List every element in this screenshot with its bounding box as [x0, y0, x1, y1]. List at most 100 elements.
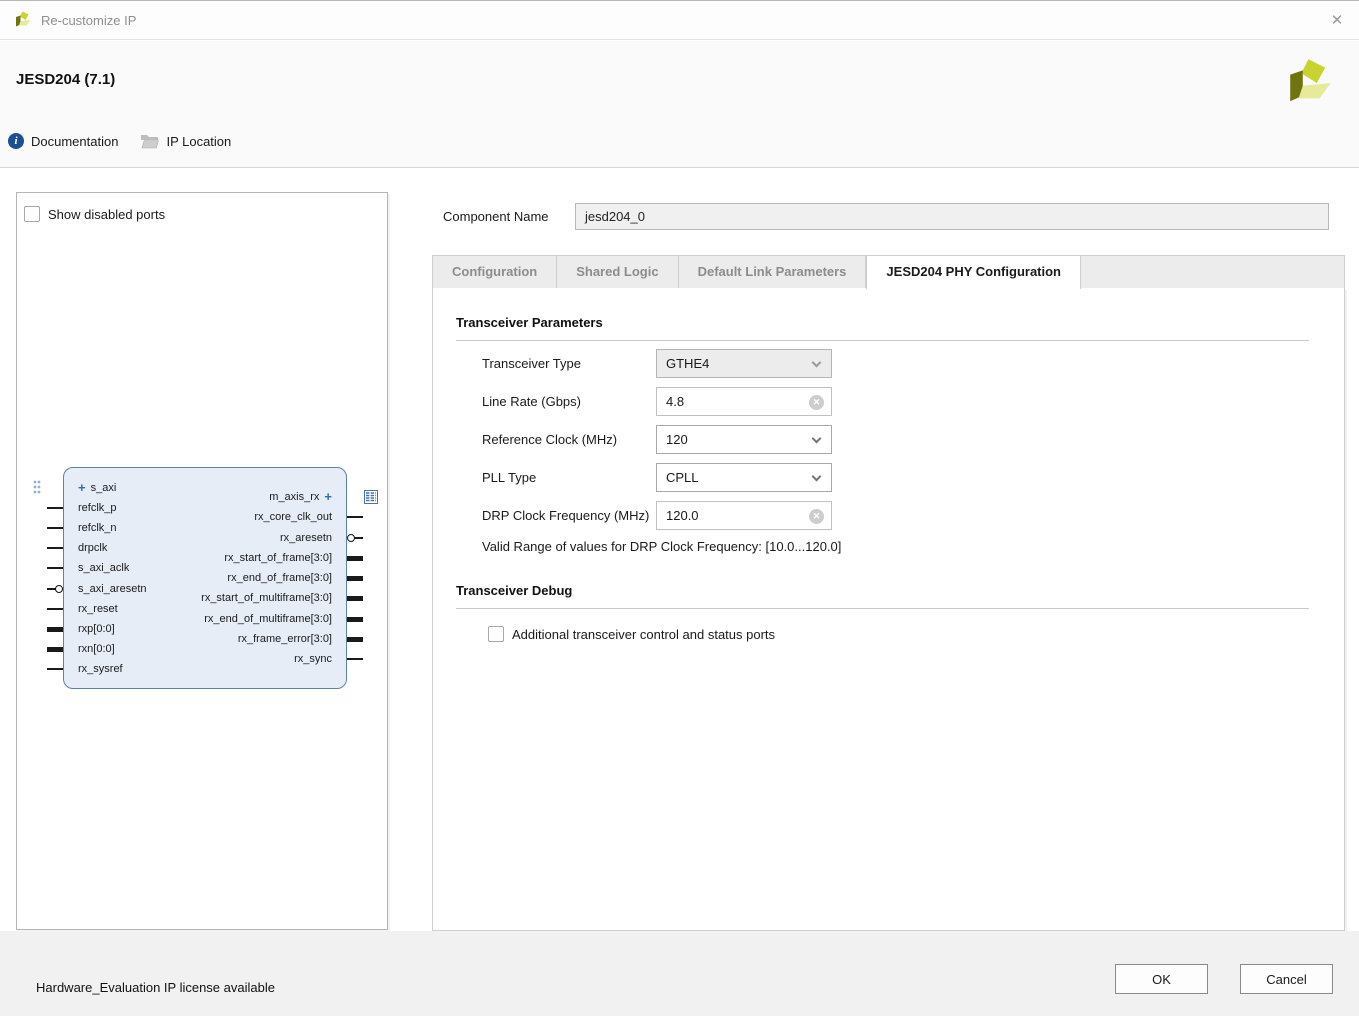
- close-icon[interactable]: ✕: [1325, 9, 1349, 33]
- additional-ports-label: Additional transceiver control and statu…: [512, 626, 776, 642]
- bus-pin-stub: [347, 636, 363, 642]
- form-row-pll-type: PLL Type CPLL: [456, 463, 1309, 492]
- wire-pin-stub: [47, 667, 63, 670]
- license-status-text: Hardware_Evaluation IP license available: [36, 980, 275, 995]
- field-label: DRP Clock Frequency (MHz): [482, 508, 650, 523]
- bus-pin-stub: [347, 596, 363, 602]
- select-pll-type[interactable]: CPLL: [656, 463, 832, 492]
- interface-grip-icon: [33, 480, 41, 494]
- port-rx-sync: rx_sync: [64, 652, 363, 666]
- tab-strip: Configuration Shared Logic Default Link Pa…: [432, 255, 1345, 289]
- header-toolbar: i Documentation IP Location: [8, 133, 231, 149]
- clear-icon[interactable]: ✕: [809, 395, 824, 410]
- dialog-footer: Hardware_Evaluation IP license available…: [0, 931, 1359, 1016]
- port-label: rx_aresetn: [280, 531, 332, 544]
- bus-pin-stub: [47, 646, 63, 652]
- port-rx-end-of-frame-3-0: rx_end_of_frame[3:0]: [64, 571, 363, 585]
- page-title: JESD204 (7.1): [16, 71, 116, 88]
- additional-ports-checkbox[interactable]: [488, 626, 504, 642]
- field-label: Line Rate (Gbps): [482, 394, 581, 409]
- port-rx-start-of-frame-3-0: rx_start_of_frame[3:0]: [64, 551, 363, 565]
- port-rx-core-clk-out: rx_core_clk_out: [64, 510, 363, 524]
- form-row-line-rate-gbps: Line Rate (Gbps) 4.8 ✕: [456, 387, 1309, 416]
- bus-pin-stub: [347, 576, 363, 581]
- chevron-down-icon: [811, 357, 822, 368]
- drp-valid-range-note: Valid Range of values for DRP Clock Freq…: [482, 539, 842, 554]
- wire-pin-stub: [347, 658, 363, 660]
- show-disabled-ports-row: Show disabled ports: [24, 206, 165, 222]
- port-rx-frame-error-3-0: rx_frame_error[3:0]: [64, 632, 363, 646]
- ip-block-diagram: + s_axi refclk_p refclk_n drpclk s_axi_aclk s_…: [33, 467, 378, 689]
- port-label: rx_start_of_multiframe[3:0]: [201, 592, 332, 605]
- show-disabled-ports-checkbox[interactable]: [24, 206, 40, 222]
- folder-icon: [141, 134, 160, 148]
- select-value: 120: [666, 432, 688, 447]
- tab-jesd204-phy-configuration[interactable]: JESD204 PHY Configuration: [866, 256, 1081, 289]
- port-label: rx_start_of_frame[3:0]: [224, 551, 332, 564]
- form-row-drp-clock-frequency-mhz: DRP Clock Frequency (MHz) 120.0 ✕: [456, 501, 1309, 530]
- port-label: rx_core_clk_out: [254, 511, 332, 524]
- clear-icon[interactable]: ✕: [809, 509, 824, 524]
- port-label: rx_end_of_frame[3:0]: [227, 572, 332, 584]
- documentation-label: Documentation: [31, 133, 119, 149]
- tab-configuration[interactable]: Configuration: [433, 256, 558, 288]
- ok-button[interactable]: OK: [1115, 964, 1208, 994]
- active-low-ring-icon: [55, 584, 63, 593]
- show-disabled-ports-label: Show disabled ports: [48, 206, 166, 222]
- ip-location-button[interactable]: IP Location: [140, 134, 231, 149]
- form-rows: Transceiver Type GTHE4 Line Rate (Gbps) 4.8…: [456, 349, 1309, 530]
- form-row-reference-clock-mhz: Reference Clock (MHz) 120: [456, 425, 1309, 454]
- xilinx-logo: [1290, 59, 1331, 102]
- wire-pin-stub: [47, 607, 63, 610]
- axi-stream-interface-icon: [364, 490, 378, 504]
- section-divider: [456, 608, 1309, 609]
- additional-ports-row: Additional transceiver control and statu…: [488, 626, 1309, 642]
- ip-location-label: IP Location: [166, 133, 232, 149]
- port-rx-aresetn: rx_aresetn: [64, 531, 363, 545]
- port-label: m_axis_rx: [269, 491, 320, 503]
- expand-interface-icon[interactable]: +: [324, 490, 332, 503]
- wire-pin-stub: [47, 527, 63, 530]
- tab-default-link-parameters[interactable]: Default Link Parameters: [679, 256, 867, 288]
- select-value: CPLL: [666, 470, 699, 485]
- dialog-titlebar: Re-customize IP ✕: [0, 0, 1359, 40]
- bus-pin-stub: [47, 626, 63, 632]
- port-rx-start-of-multiframe-3-0: rx_start_of_multiframe[3:0]: [64, 591, 363, 605]
- tab-shared-logic[interactable]: Shared Logic: [557, 256, 679, 288]
- active-low-ring-icon: [347, 533, 355, 542]
- bus-pin-stub: [347, 555, 363, 561]
- dialog-header: JESD204 (7.1) i Documentation IP Locatio…: [0, 41, 1359, 168]
- input-line-rate-gbps[interactable]: 4.8 ✕: [656, 387, 832, 416]
- port-label: rx_frame_error[3:0]: [237, 632, 332, 645]
- input-drp-clock-frequency-mhz[interactable]: 120.0 ✕: [656, 501, 832, 530]
- chevron-down-icon: [811, 471, 822, 482]
- section-divider: [456, 340, 1309, 341]
- port-label: rx_sync: [294, 653, 332, 665]
- wire-pin-stub: [47, 507, 63, 510]
- transceiver-debug-title: Transceiver Debug: [456, 583, 573, 598]
- transceiver-parameters-title: Transceiver Parameters: [456, 315, 603, 330]
- form-row-transceiver-type: Transceiver Type GTHE4: [456, 349, 1309, 378]
- port-m-axis-rx: m_axis_rx +: [64, 490, 378, 504]
- field-label: PLL Type: [482, 470, 537, 485]
- input-value: 4.8: [666, 394, 685, 409]
- wire-pin-stub: [347, 516, 363, 519]
- wire-pin-stub: [47, 567, 63, 570]
- cancel-button[interactable]: Cancel: [1240, 964, 1333, 994]
- select-reference-clock-mhz[interactable]: 120: [656, 425, 832, 454]
- xilinx-logo-icon: [16, 11, 31, 27]
- field-label: Transceiver Type: [482, 356, 581, 371]
- component-name-label: Component Name: [443, 209, 549, 224]
- dialog-title: Re-customize IP: [41, 12, 137, 28]
- info-icon: i: [8, 133, 24, 149]
- wire-pin-stub: [47, 547, 63, 550]
- port-rx-end-of-multiframe-3-0: rx_end_of_multiframe[3:0]: [64, 612, 363, 626]
- component-name-field[interactable]: jesd204_0: [575, 203, 1329, 230]
- phy-configuration-panel: Transceiver Parameters Transceiver Type G…: [432, 288, 1345, 931]
- documentation-button[interactable]: i Documentation: [8, 133, 118, 149]
- input-value: 120.0: [666, 508, 699, 523]
- port-label: rx_end_of_multiframe[3:0]: [204, 612, 332, 625]
- bus-pin-stub: [347, 616, 363, 622]
- ip-symbol-panel: Show disabled ports + s_axi refclk_p refclk…: [16, 192, 388, 930]
- field-label: Reference Clock (MHz): [482, 432, 618, 447]
